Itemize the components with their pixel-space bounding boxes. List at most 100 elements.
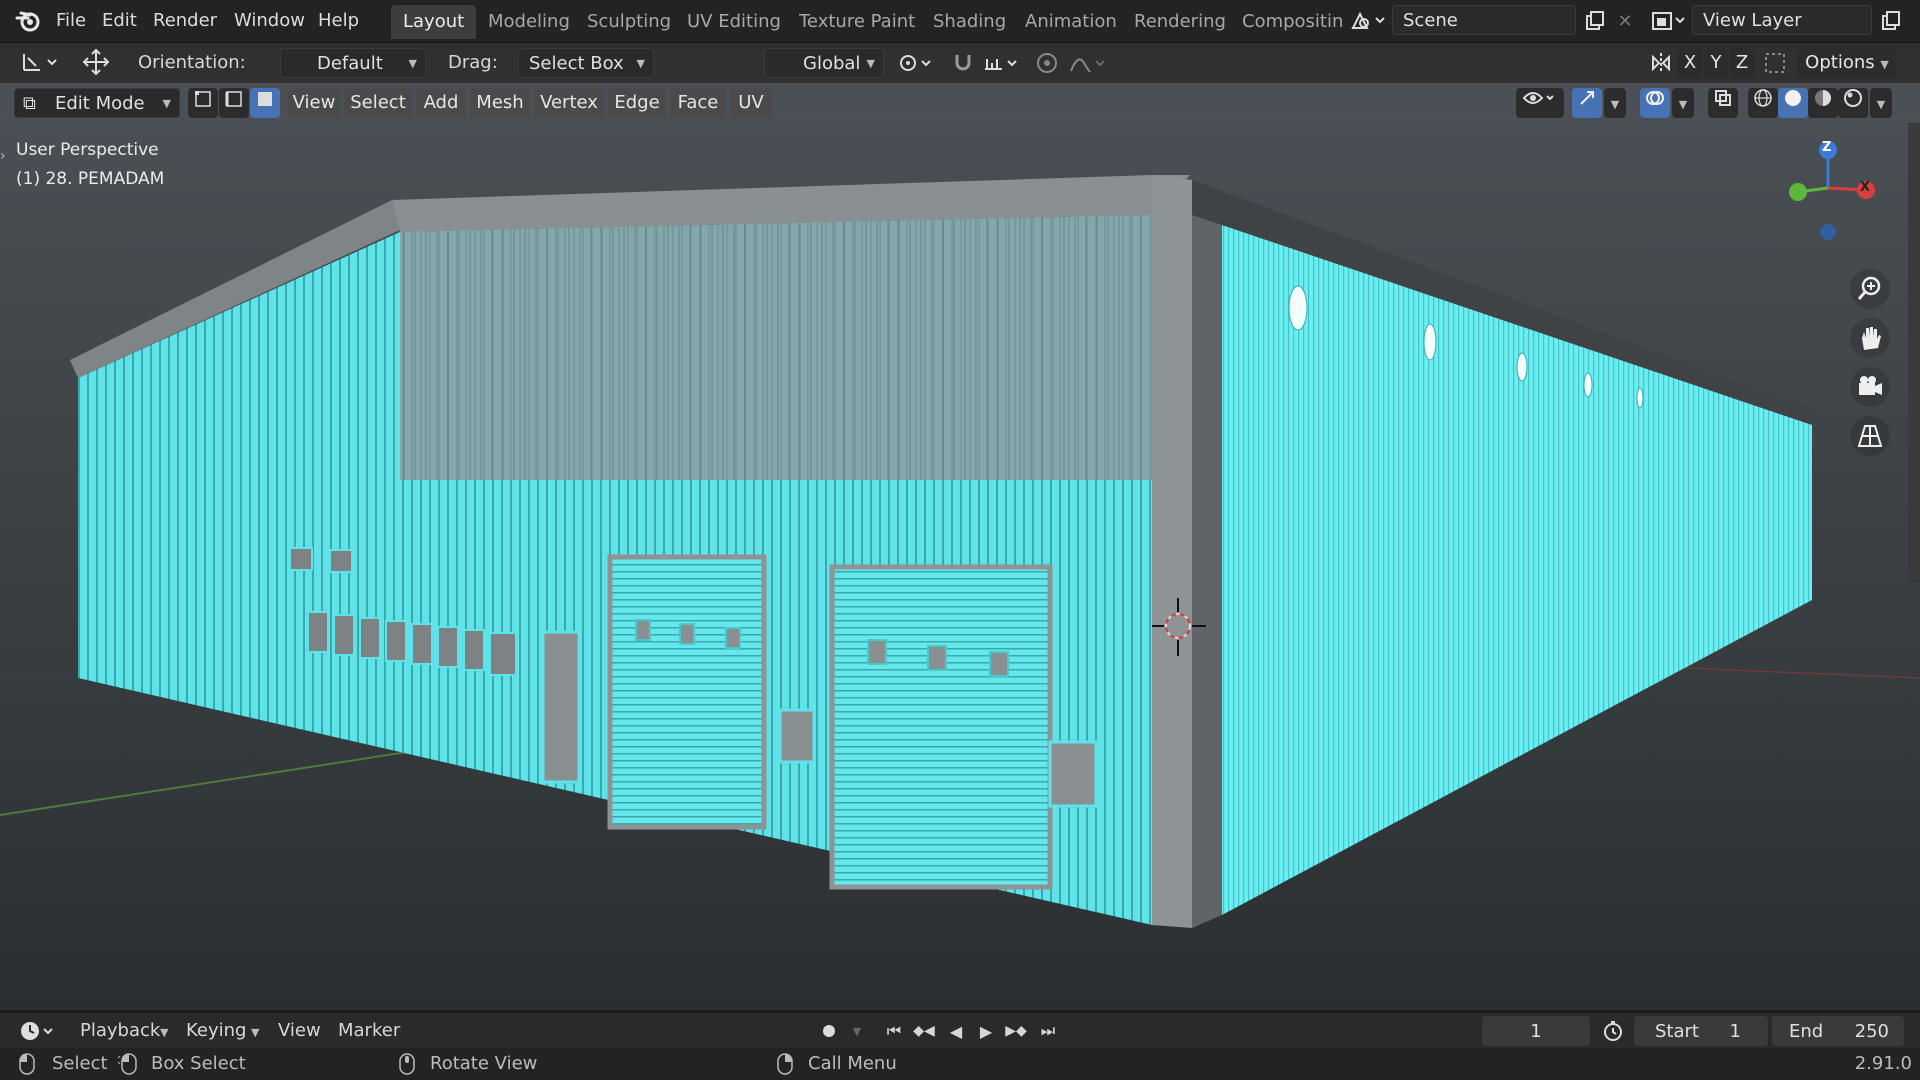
current-frame-field[interactable]: 1 xyxy=(1482,1016,1590,1046)
menu-add[interactable]: Add xyxy=(416,88,466,118)
select-tool-icon[interactable] xyxy=(18,47,62,77)
transform-orientation-value: Global xyxy=(803,53,861,74)
view-layer-icon[interactable] xyxy=(1648,8,1688,34)
jump-to-start-icon[interactable]: ⏮ xyxy=(880,1017,908,1045)
pivot-point-icon[interactable] xyxy=(894,48,938,78)
gizmo-options-dropdown[interactable]: ▼ xyxy=(1604,88,1626,118)
delete-scene-icon[interactable]: ✕ xyxy=(1612,8,1638,34)
menu-view[interactable]: View xyxy=(288,88,340,118)
drag-dropdown[interactable]: Select Box ▼ xyxy=(518,48,654,78)
material-shading-icon[interactable] xyxy=(1808,88,1838,118)
status-box-select: Box Select xyxy=(151,1053,246,1074)
menu-timeline-view[interactable]: View xyxy=(278,1016,321,1046)
menu-window[interactable]: Window xyxy=(234,0,305,42)
pan-hand-icon[interactable] xyxy=(1850,318,1890,358)
x-axis-line xyxy=(0,749,421,816)
orientation-dropdown[interactable]: Default ▼ xyxy=(280,48,426,78)
menu-uv[interactable]: UV xyxy=(730,88,772,118)
jump-to-end-icon[interactable]: ⏭ xyxy=(1034,1017,1062,1045)
transform-orientation-dropdown[interactable]: Global ▼ xyxy=(764,48,884,78)
proportional-edit-icon[interactable] xyxy=(1032,48,1062,78)
new-scene-icon[interactable] xyxy=(1580,8,1610,34)
tab-layout[interactable]: Layout xyxy=(391,5,477,39)
mirror-y-toggle[interactable]: Y xyxy=(1704,48,1728,78)
drag-label: Drag: xyxy=(448,52,498,73)
mouse-drag-icon xyxy=(116,1052,142,1076)
snap-increment-icon[interactable] xyxy=(980,48,1024,78)
mirror-x-toggle[interactable]: X xyxy=(1678,48,1702,78)
camera-view-icon[interactable] xyxy=(1850,367,1890,407)
orientation-value: Default xyxy=(317,53,383,74)
shading-options-dropdown[interactable]: ▼ xyxy=(1870,88,1892,118)
menu-select[interactable]: Select xyxy=(344,88,412,118)
timeline-header: Playback ▼ Keying ▼ View Marker ▼ ⏮ ◆◀ ◀… xyxy=(0,1012,1920,1049)
solid-shading-icon[interactable] xyxy=(1778,88,1808,118)
tab-uv-editing[interactable]: UV Editing xyxy=(675,5,793,39)
vertex-select-mode-icon[interactable] xyxy=(188,88,218,118)
auto-key-dropdown[interactable]: ▼ xyxy=(846,1017,868,1045)
play-reverse-icon[interactable]: ◀ xyxy=(942,1017,970,1045)
zoom-icon[interactable] xyxy=(1850,269,1890,309)
tab-animation[interactable]: Animation xyxy=(1013,5,1129,39)
start-frame-field[interactable]: Start 1 xyxy=(1634,1016,1768,1046)
mirror-icon[interactable] xyxy=(1646,48,1676,78)
menu-keying[interactable]: Keying xyxy=(186,1016,246,1046)
mirror-z-toggle[interactable]: Z xyxy=(1730,48,1754,78)
tab-rendering[interactable]: Rendering xyxy=(1122,5,1238,39)
edge-select-mode-icon[interactable] xyxy=(219,88,249,118)
xray-toggle-icon[interactable] xyxy=(1708,88,1738,118)
gizmo-z-label: Z xyxy=(1822,140,1832,155)
chevron-down-icon: ▼ xyxy=(162,97,171,110)
menu-mesh[interactable]: Mesh xyxy=(470,88,530,118)
menu-edge[interactable]: Edge xyxy=(608,88,666,118)
ac-unit-left xyxy=(778,708,816,764)
options-label: Options xyxy=(1805,52,1875,73)
play-icon[interactable]: ▶ xyxy=(972,1017,1000,1045)
overlay-options-dropdown[interactable]: ▼ xyxy=(1672,88,1694,118)
blender-logo-icon[interactable] xyxy=(14,8,42,34)
menu-marker[interactable]: Marker xyxy=(338,1016,400,1046)
falloff-curve-icon[interactable] xyxy=(1066,48,1110,78)
sidebar-toggle-strip[interactable] xyxy=(1908,123,1920,583)
scene-field[interactable]: Scene xyxy=(1392,5,1576,35)
overlay-toggle-icon[interactable] xyxy=(1640,88,1670,118)
menu-file[interactable]: File xyxy=(56,0,86,42)
menu-render[interactable]: Render xyxy=(153,0,217,42)
stopwatch-icon[interactable] xyxy=(1598,1017,1628,1045)
topology-mirror-icon[interactable] xyxy=(1760,48,1790,78)
rendered-shading-icon[interactable] xyxy=(1838,88,1868,118)
toolbar-collapse-arrow[interactable]: › xyxy=(0,148,10,172)
navigation-gizmo[interactable]: Z X xyxy=(1776,128,1876,258)
gizmo-toggle-icon[interactable] xyxy=(1572,88,1602,118)
previous-keyframe-icon[interactable]: ◆◀ xyxy=(910,1017,938,1045)
visibility-eye-icon[interactable] xyxy=(1516,88,1564,118)
next-keyframe-icon[interactable]: ▶◆ xyxy=(1002,1017,1030,1045)
perspective-toggle-icon[interactable] xyxy=(1850,416,1890,456)
menu-help[interactable]: Help xyxy=(318,0,359,42)
tab-sculpting[interactable]: Sculpting xyxy=(575,5,683,39)
new-view-layer-icon[interactable] xyxy=(1876,8,1906,34)
view-layer-field[interactable]: View Layer xyxy=(1692,5,1872,35)
menu-edit[interactable]: Edit xyxy=(102,0,137,42)
menu-playback[interactable]: Playback xyxy=(80,1016,160,1046)
wireframe-shading-icon[interactable] xyxy=(1748,88,1778,118)
options-dropdown[interactable]: Options ▼ xyxy=(1798,48,1896,78)
top-bar: File Edit Render Window Help Layout Mode… xyxy=(0,0,1920,43)
tab-texture-paint[interactable]: Texture Paint xyxy=(787,5,927,39)
mode-dropdown[interactable]: ⧉ Edit Mode ▼ xyxy=(14,88,180,118)
chevron-down-icon: ▼ xyxy=(866,57,875,70)
3d-viewport[interactable]: User Perspective (1) 28. PEMADAM Z X › xyxy=(0,43,1920,1010)
snap-magnet-icon[interactable] xyxy=(948,48,978,78)
mouse-left-icon xyxy=(16,1052,38,1076)
tab-compositing[interactable]: Compositin xyxy=(1230,5,1355,39)
transform-move-icon[interactable] xyxy=(76,47,116,77)
record-keyframe-icon[interactable] xyxy=(814,1017,844,1045)
tab-shading[interactable]: Shading xyxy=(921,5,1018,39)
menu-face[interactable]: Face xyxy=(670,88,726,118)
end-frame-field[interactable]: End 250 xyxy=(1772,1016,1904,1046)
tab-modeling[interactable]: Modeling xyxy=(476,5,582,39)
editor-type-clock-icon[interactable] xyxy=(16,1017,60,1045)
scene-icon[interactable] xyxy=(1348,8,1388,34)
menu-vertex[interactable]: Vertex xyxy=(534,88,604,118)
face-select-mode-icon[interactable] xyxy=(250,88,280,118)
